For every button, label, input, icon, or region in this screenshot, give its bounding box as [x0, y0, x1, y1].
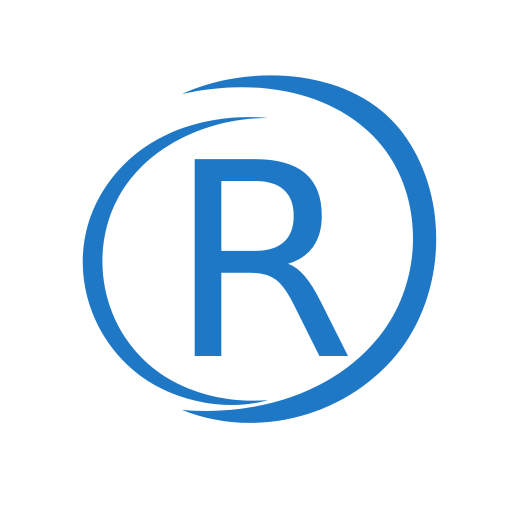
- letter-r: R: [168, 105, 356, 420]
- registered-trademark-icon: R: [82, 75, 437, 423]
- registered-logo: R: [0, 0, 512, 512]
